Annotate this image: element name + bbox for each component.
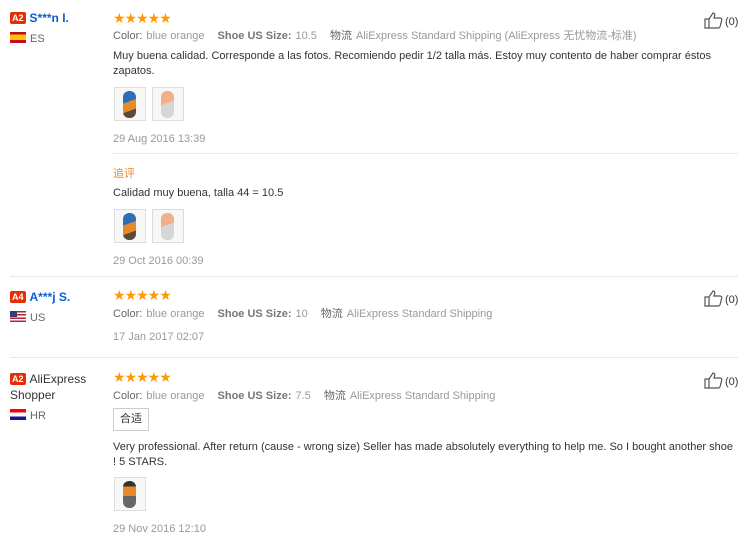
shipping-value: AliExpress Standard Shipping: [346, 308, 493, 320]
helpful-count: (0): [725, 376, 739, 388]
country-code: ES: [30, 33, 45, 45]
order-info: Color: blue orange Shoe US Size: 10 物流 AliE…: [113, 308, 493, 320]
color-value: blue orange: [146, 308, 205, 320]
review-date: 17 Jan 2017 02:07: [113, 331, 205, 343]
reviewer-name[interactable]: S***n I.: [30, 11, 69, 25]
reviewer-country: ES: [10, 32, 105, 46]
helpful-count: (0): [725, 294, 739, 306]
helpful-button[interactable]: (0): [704, 371, 738, 390]
reviewer-info: A4 A***j S. US: [10, 289, 105, 325]
size-value: 10.5: [295, 30, 317, 42]
follow-up-date: 29 Oct 2016 00:39: [113, 255, 204, 267]
star-rating: ★★★★★: [113, 287, 172, 303]
review-photo[interactable]: [152, 209, 184, 243]
country-code: HR: [30, 410, 46, 422]
size-value: 7.5: [295, 390, 311, 402]
review-text: Very professional. After return (cause -…: [113, 441, 734, 468]
level-badge: A4: [10, 291, 26, 303]
follow-up-label: 追评: [113, 168, 135, 180]
review-date: 29 Aug 2016 13:39: [113, 133, 206, 145]
shoe-photo-icon: [161, 91, 174, 118]
review-tag: 合适: [113, 408, 149, 431]
size-value: 10: [295, 308, 308, 320]
thumbs-up-icon: [704, 12, 723, 29]
thumbs-up-icon: [704, 372, 723, 389]
helpful-button[interactable]: (0): [704, 289, 738, 308]
star-rating: ★★★★★: [113, 10, 172, 26]
helpful-button[interactable]: (0): [704, 11, 738, 30]
follow-up-text: Calidad muy buena, talla 44 = 10.5: [113, 187, 284, 199]
reviewer-info: A2 S***n I. ES: [10, 10, 105, 46]
usa-flag-icon: [10, 311, 26, 322]
helpful-count: (0): [725, 16, 739, 28]
review-divider: [10, 357, 738, 358]
append-divider: [113, 153, 738, 154]
shoe-photo-icon: [161, 213, 174, 240]
shipping-value: AliExpress Standard Shipping (AliExpress…: [355, 30, 637, 42]
review-photo[interactable]: [114, 87, 146, 121]
review-text: Muy buena calidad. Corresponde a las fot…: [113, 50, 711, 77]
spain-flag-icon: [10, 32, 26, 43]
shoe-photo-icon: [123, 91, 136, 118]
star-rating: ★★★★★: [113, 369, 172, 385]
order-info: Color: blue orange Shoe US Size: 7.5 物流 Ali…: [113, 390, 496, 402]
review-date: 29 Nov 2016 12:10: [113, 523, 206, 535]
shoe-photo-icon: [123, 213, 136, 240]
review-divider: [10, 276, 738, 277]
color-value: blue orange: [146, 390, 205, 402]
reviewer-country: HR: [10, 409, 105, 423]
reviewer-country: US: [10, 311, 105, 325]
color-value: blue orange: [146, 30, 205, 42]
shoe-photo-icon: [123, 481, 136, 508]
shipping-value: AliExpress Standard Shipping: [349, 390, 496, 402]
review-photo[interactable]: [114, 209, 146, 243]
order-info: Color: blue orange Shoe US Size: 10.5 物流 Al…: [113, 30, 637, 42]
reviewer-info: A2 AliExpress Shopper HR: [10, 371, 105, 423]
review-photo[interactable]: [114, 477, 146, 511]
level-badge: A2: [10, 12, 26, 24]
thumbs-up-icon: [704, 290, 723, 307]
country-code: US: [30, 312, 46, 324]
level-badge: A2: [10, 373, 26, 385]
reviewer-name[interactable]: A***j S.: [30, 290, 71, 304]
review-photo[interactable]: [152, 87, 184, 121]
croatia-flag-icon: [10, 409, 26, 420]
